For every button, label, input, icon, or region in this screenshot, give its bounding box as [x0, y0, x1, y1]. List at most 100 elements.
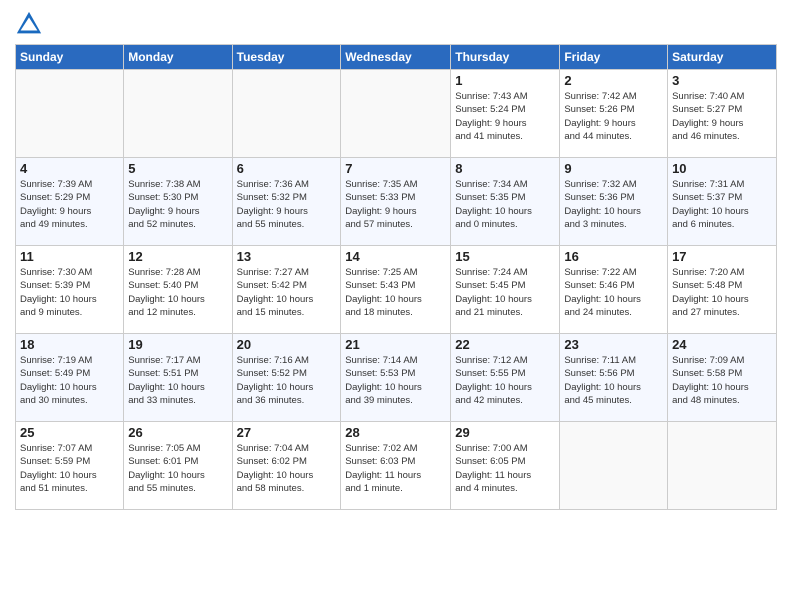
day-info: Sunrise: 7:07 AM Sunset: 5:59 PM Dayligh… [20, 442, 119, 495]
calendar-cell: 10 Sunrise: 7:31 AM Sunset: 5:37 PM Dayli… [668, 158, 777, 246]
calendar-cell: 1 Sunrise: 7:43 AM Sunset: 5:24 PM Daylig… [451, 70, 560, 158]
day-number: 1 [455, 73, 555, 88]
day-number: 6 [237, 161, 337, 176]
calendar-cell: 7 Sunrise: 7:35 AM Sunset: 5:33 PM Daylig… [341, 158, 451, 246]
day-number: 5 [128, 161, 227, 176]
calendar-cell [232, 70, 341, 158]
day-number: 28 [345, 425, 446, 440]
day-number: 2 [564, 73, 663, 88]
day-info: Sunrise: 7:09 AM Sunset: 5:58 PM Dayligh… [672, 354, 772, 407]
calendar-week-5: 25 Sunrise: 7:07 AM Sunset: 5:59 PM Dayli… [16, 422, 777, 510]
day-number: 12 [128, 249, 227, 264]
day-number: 25 [20, 425, 119, 440]
day-number: 29 [455, 425, 555, 440]
calendar-cell: 14 Sunrise: 7:25 AM Sunset: 5:43 PM Dayli… [341, 246, 451, 334]
weekday-header-saturday: Saturday [668, 45, 777, 70]
day-number: 19 [128, 337, 227, 352]
day-number: 8 [455, 161, 555, 176]
calendar-cell: 27 Sunrise: 7:04 AM Sunset: 6:02 PM Dayli… [232, 422, 341, 510]
day-info: Sunrise: 7:27 AM Sunset: 5:42 PM Dayligh… [237, 266, 337, 319]
day-number: 22 [455, 337, 555, 352]
calendar-cell: 5 Sunrise: 7:38 AM Sunset: 5:30 PM Daylig… [124, 158, 232, 246]
day-info: Sunrise: 7:25 AM Sunset: 5:43 PM Dayligh… [345, 266, 446, 319]
day-number: 3 [672, 73, 772, 88]
calendar-cell: 28 Sunrise: 7:02 AM Sunset: 6:03 PM Dayli… [341, 422, 451, 510]
day-info: Sunrise: 7:22 AM Sunset: 5:46 PM Dayligh… [564, 266, 663, 319]
day-number: 24 [672, 337, 772, 352]
day-info: Sunrise: 7:43 AM Sunset: 5:24 PM Dayligh… [455, 90, 555, 143]
calendar-cell: 17 Sunrise: 7:20 AM Sunset: 5:48 PM Dayli… [668, 246, 777, 334]
day-info: Sunrise: 7:02 AM Sunset: 6:03 PM Dayligh… [345, 442, 446, 495]
weekday-header-sunday: Sunday [16, 45, 124, 70]
calendar-cell: 8 Sunrise: 7:34 AM Sunset: 5:35 PM Daylig… [451, 158, 560, 246]
logo [15, 10, 47, 38]
header [15, 10, 777, 38]
day-number: 18 [20, 337, 119, 352]
calendar-cell: 16 Sunrise: 7:22 AM Sunset: 5:46 PM Dayli… [560, 246, 668, 334]
weekday-header-friday: Friday [560, 45, 668, 70]
calendar-cell [341, 70, 451, 158]
calendar-cell: 11 Sunrise: 7:30 AM Sunset: 5:39 PM Dayli… [16, 246, 124, 334]
calendar-cell [124, 70, 232, 158]
calendar-cell: 6Sunrise: 7:36 AM Sunset: 5:32 PM Daylig… [232, 158, 341, 246]
day-info: Sunrise: 7:20 AM Sunset: 5:48 PM Dayligh… [672, 266, 772, 319]
calendar-cell: 2 Sunrise: 7:42 AM Sunset: 5:26 PM Daylig… [560, 70, 668, 158]
day-info: Sunrise: 7:28 AM Sunset: 5:40 PM Dayligh… [128, 266, 227, 319]
calendar-cell: 29 Sunrise: 7:00 AM Sunset: 6:05 PM Dayli… [451, 422, 560, 510]
day-number: 13 [237, 249, 337, 264]
calendar-cell [16, 70, 124, 158]
calendar-cell [560, 422, 668, 510]
calendar-cell [668, 422, 777, 510]
day-number: 9 [564, 161, 663, 176]
weekday-header-monday: Monday [124, 45, 232, 70]
calendar-cell: 25 Sunrise: 7:07 AM Sunset: 5:59 PM Dayli… [16, 422, 124, 510]
day-number: 11 [20, 249, 119, 264]
calendar-cell: 23Sunrise: 7:11 AM Sunset: 5:56 PM Dayli… [560, 334, 668, 422]
calendar-table: SundayMondayTuesdayWednesdayThursdayFrid… [15, 44, 777, 510]
day-info: Sunrise: 7:38 AM Sunset: 5:30 PM Dayligh… [128, 178, 227, 231]
logo-icon [15, 10, 43, 38]
day-number: 20 [237, 337, 337, 352]
calendar-cell: 12 Sunrise: 7:28 AM Sunset: 5:40 PM Dayli… [124, 246, 232, 334]
day-info: Sunrise: 7:11 AM Sunset: 5:56 PM Dayligh… [564, 354, 663, 407]
day-info: Sunrise: 7:05 AM Sunset: 6:01 PM Dayligh… [128, 442, 227, 495]
calendar-cell: 22 Sunrise: 7:12 AM Sunset: 5:55 PM Dayli… [451, 334, 560, 422]
day-info: Sunrise: 7:30 AM Sunset: 5:39 PM Dayligh… [20, 266, 119, 319]
weekday-header-tuesday: Tuesday [232, 45, 341, 70]
calendar-cell: 20 Sunrise: 7:16 AM Sunset: 5:52 PM Dayli… [232, 334, 341, 422]
day-info: Sunrise: 7:17 AM Sunset: 5:51 PM Dayligh… [128, 354, 227, 407]
calendar-cell: 9 Sunrise: 7:32 AM Sunset: 5:36 PM Daylig… [560, 158, 668, 246]
calendar-week-2: 4 Sunrise: 7:39 AM Sunset: 5:29 PM Daylig… [16, 158, 777, 246]
weekday-header-wednesday: Wednesday [341, 45, 451, 70]
day-number: 15 [455, 249, 555, 264]
day-number: 14 [345, 249, 446, 264]
day-info: Sunrise: 7:32 AM Sunset: 5:36 PM Dayligh… [564, 178, 663, 231]
day-number: 27 [237, 425, 337, 440]
day-number: 10 [672, 161, 772, 176]
day-number: 7 [345, 161, 446, 176]
weekday-header-thursday: Thursday [451, 45, 560, 70]
day-number: 16 [564, 249, 663, 264]
day-number: 4 [20, 161, 119, 176]
day-info: Sunrise: 7:04 AM Sunset: 6:02 PM Dayligh… [237, 442, 337, 495]
calendar-cell: 24 Sunrise: 7:09 AM Sunset: 5:58 PM Dayli… [668, 334, 777, 422]
calendar-header-row: SundayMondayTuesdayWednesdayThursdayFrid… [16, 45, 777, 70]
day-info: Sunrise: 7:00 AM Sunset: 6:05 PM Dayligh… [455, 442, 555, 495]
calendar-week-4: 18 Sunrise: 7:19 AM Sunset: 5:49 PM Dayli… [16, 334, 777, 422]
calendar-cell: 3Sunrise: 7:40 AM Sunset: 5:27 PM Daylig… [668, 70, 777, 158]
day-info: Sunrise: 7:24 AM Sunset: 5:45 PM Dayligh… [455, 266, 555, 319]
day-info: Sunrise: 7:19 AM Sunset: 5:49 PM Dayligh… [20, 354, 119, 407]
calendar-week-3: 11 Sunrise: 7:30 AM Sunset: 5:39 PM Dayli… [16, 246, 777, 334]
day-info: Sunrise: 7:34 AM Sunset: 5:35 PM Dayligh… [455, 178, 555, 231]
day-info: Sunrise: 7:31 AM Sunset: 5:37 PM Dayligh… [672, 178, 772, 231]
day-info: Sunrise: 7:14 AM Sunset: 5:53 PM Dayligh… [345, 354, 446, 407]
day-info: Sunrise: 7:12 AM Sunset: 5:55 PM Dayligh… [455, 354, 555, 407]
day-info: Sunrise: 7:42 AM Sunset: 5:26 PM Dayligh… [564, 90, 663, 143]
calendar-cell: 15 Sunrise: 7:24 AM Sunset: 5:45 PM Dayli… [451, 246, 560, 334]
day-number: 17 [672, 249, 772, 264]
day-number: 26 [128, 425, 227, 440]
calendar-cell: 21Sunrise: 7:14 AM Sunset: 5:53 PM Dayli… [341, 334, 451, 422]
day-info: Sunrise: 7:35 AM Sunset: 5:33 PM Dayligh… [345, 178, 446, 231]
day-info: Sunrise: 7:16 AM Sunset: 5:52 PM Dayligh… [237, 354, 337, 407]
day-info: Sunrise: 7:39 AM Sunset: 5:29 PM Dayligh… [20, 178, 119, 231]
